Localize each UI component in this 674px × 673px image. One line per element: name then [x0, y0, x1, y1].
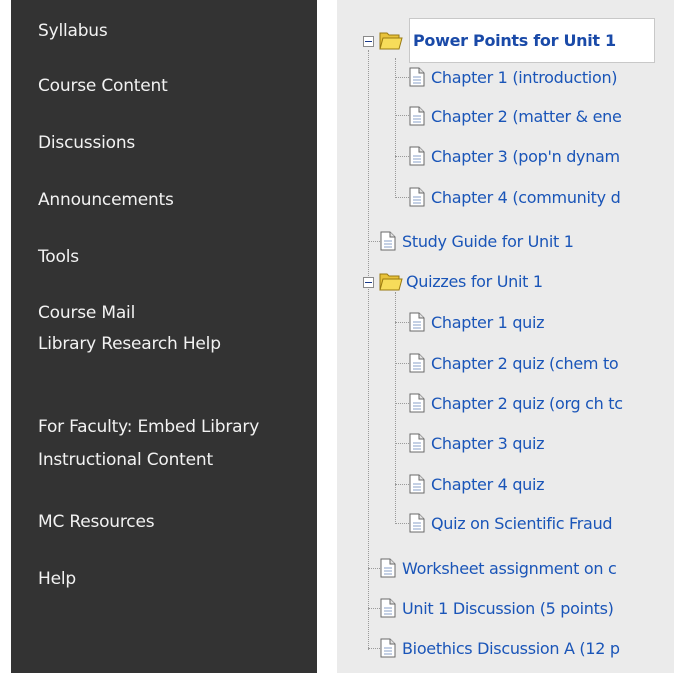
folder-open-icon [379, 32, 403, 50]
nav-item-label: For Faculty: Embed Library [38, 417, 260, 437]
nav-item-label: MC Resources [38, 512, 155, 532]
doc-label: Chapter 1 quiz [431, 312, 545, 332]
document-icon [409, 433, 425, 453]
tree-connector [368, 608, 380, 609]
tree-guide-line [395, 292, 396, 524]
doc-chapter-3-quiz[interactable]: Chapter 3 quiz [409, 431, 545, 455]
document-icon [409, 393, 425, 413]
tree-connector [395, 443, 409, 444]
nav-item-course-mail[interactable]: Course Mail [38, 299, 135, 327]
doc-label: Quiz on Scientific Fraud [431, 513, 613, 533]
nav-item-label: Syllabus [38, 21, 108, 41]
nav-item-mc-resources[interactable]: MC Resources [38, 508, 155, 536]
document-icon [409, 353, 425, 373]
doc-label: Chapter 4 quiz [431, 474, 545, 494]
tree-connector [368, 241, 380, 242]
doc-chapter-2-matter-energy[interactable]: Chapter 2 (matter & ene [409, 104, 622, 128]
doc-label: Unit 1 Discussion (5 points) [402, 598, 614, 618]
document-icon [380, 558, 396, 578]
folder-quizzes-unit-1[interactable]: Quizzes for Unit 1 [379, 269, 543, 293]
nav-item-library-research-help[interactable]: Library Research Help [38, 330, 221, 358]
nav-item-label-line2: Instructional Content [38, 450, 213, 470]
folder-label: Power Points for Unit 1 [413, 30, 616, 50]
folder-power-points[interactable]: Power Points for Unit 1 [379, 28, 616, 52]
doc-label: Worksheet assignment on c [402, 558, 617, 578]
doc-label: Bioethics Discussion A (12 p [402, 638, 620, 658]
nav-item-label: Library Research Help [38, 334, 221, 354]
doc-label: Chapter 2 (matter & ene [431, 106, 622, 126]
document-icon [409, 106, 425, 126]
nav-item-syllabus[interactable]: Syllabus [38, 17, 108, 45]
tree-guide-line [368, 50, 369, 650]
document-icon [409, 474, 425, 494]
document-icon [409, 312, 425, 332]
collapse-toggle-icon[interactable] [363, 277, 374, 288]
doc-chapter-4-quiz[interactable]: Chapter 4 quiz [409, 472, 545, 496]
tree-connector [395, 197, 409, 198]
document-icon [409, 67, 425, 87]
tree-connector [395, 523, 409, 524]
doc-label: Chapter 2 quiz (chem to [431, 353, 619, 373]
tree-connector [395, 322, 409, 323]
nav-item-discussions[interactable]: Discussions [38, 129, 135, 157]
doc-study-guide-unit-1[interactable]: Study Guide for Unit 1 [380, 229, 574, 253]
folder-open-icon [379, 273, 403, 291]
doc-label: Chapter 3 (pop'n dynam [431, 146, 620, 166]
tree-connector [395, 115, 409, 116]
tree-connector [395, 403, 409, 404]
collapse-toggle-icon[interactable] [363, 36, 374, 47]
divider-gap [317, 0, 337, 673]
document-icon [409, 187, 425, 207]
nav-item-label: Announcements [38, 190, 174, 210]
doc-worksheet-assignment[interactable]: Worksheet assignment on c [380, 556, 617, 580]
document-icon [380, 638, 396, 658]
tree-connector [395, 363, 409, 364]
nav-item-course-content[interactable]: Course Content [38, 72, 168, 100]
doc-chapter-2-quiz-org-chem[interactable]: Chapter 2 quiz (org ch tc [409, 391, 623, 415]
doc-chapter-1-quiz[interactable]: Chapter 1 quiz [409, 310, 545, 334]
nav-item-announcements[interactable]: Announcements [38, 186, 174, 214]
tree-connector [395, 77, 409, 78]
tree-connector [368, 648, 380, 649]
doc-chapter-1-introduction[interactable]: Chapter 1 (introduction) [409, 65, 618, 89]
nav-item-tools[interactable]: Tools [38, 243, 79, 271]
doc-label: Chapter 1 (introduction) [431, 67, 618, 87]
nav-item-label: Tools [38, 247, 79, 267]
nav-item-label: Course Content [38, 76, 168, 96]
document-icon [380, 598, 396, 618]
doc-label: Chapter 3 quiz [431, 433, 545, 453]
course-nav-sidebar: Syllabus Course Content Discussions Anno… [11, 0, 317, 673]
tree-connector [395, 484, 409, 485]
doc-chapter-4-community[interactable]: Chapter 4 (community d [409, 185, 621, 209]
tree-connector [395, 156, 409, 157]
doc-quiz-scientific-fraud[interactable]: Quiz on Scientific Fraud [409, 511, 613, 535]
doc-chapter-2-quiz-chem[interactable]: Chapter 2 quiz (chem to [409, 351, 619, 375]
nav-item-label: Help [38, 569, 76, 589]
doc-label: Chapter 2 quiz (org ch tc [431, 393, 623, 413]
doc-chapter-3-population-dynamics[interactable]: Chapter 3 (pop'n dynam [409, 144, 620, 168]
document-icon [380, 231, 396, 251]
document-icon [409, 513, 425, 533]
nav-item-embed-library-content[interactable]: For Faculty: Embed Library Instructional… [38, 413, 259, 474]
document-icon [409, 146, 425, 166]
nav-item-label: Course Mail [38, 303, 136, 323]
doc-bioethics-discussion-a[interactable]: Bioethics Discussion A (12 p [380, 636, 620, 660]
course-content-tree: Power Points for Unit 1 Chapter 1 (intro… [337, 0, 674, 673]
tree-guide-line [395, 58, 396, 198]
folder-label: Quizzes for Unit 1 [406, 271, 543, 291]
doc-label: Study Guide for Unit 1 [402, 231, 574, 251]
doc-unit-1-discussion[interactable]: Unit 1 Discussion (5 points) [380, 596, 614, 620]
nav-item-help[interactable]: Help [38, 565, 76, 593]
nav-item-label: Discussions [38, 133, 136, 153]
tree-connector [368, 568, 380, 569]
doc-label: Chapter 4 (community d [431, 187, 621, 207]
